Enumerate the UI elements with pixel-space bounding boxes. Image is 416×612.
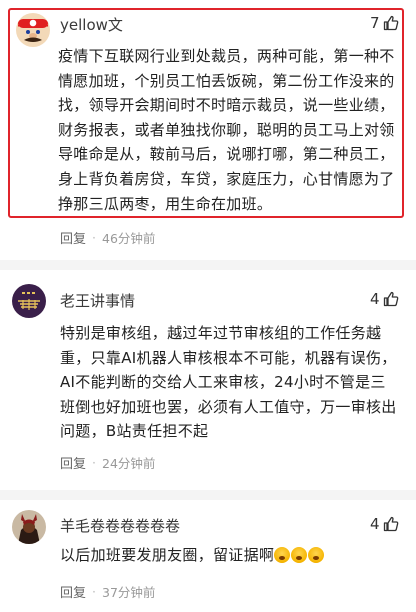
meta-separator-dot: · xyxy=(92,584,96,599)
comment-2: 老王讲事情 4 特别是审核组，越过年过节审核组的工作任务越重，只靠AI机器人审核… xyxy=(0,270,416,488)
comment-time: 24分钟前 xyxy=(102,456,156,471)
like-button[interactable]: 4 xyxy=(370,290,399,308)
comment-text: 疫情下互联网行业到处裁员，两种可能，第一种不情愿加班，个别员工怕丢饭碗，第二份工… xyxy=(58,47,395,213)
username[interactable]: 老王讲事情 xyxy=(60,290,135,311)
comment-1: yellow文 7 疫情下互联网行业到处裁员，两种可能，第一种不情愿加班，个别员… xyxy=(0,0,416,258)
reply-button[interactable]: 回复 xyxy=(60,228,86,247)
like-count: 4 xyxy=(370,515,380,533)
reply-button[interactable]: 回复 xyxy=(60,453,86,472)
embarrassed-face-emoji xyxy=(274,547,291,563)
like-count: 7 xyxy=(370,14,380,32)
comment-text: 以后加班要发朋友圈，留证据啊 xyxy=(60,546,275,564)
embarrassed-face-emoji xyxy=(308,547,325,563)
like-count: 4 xyxy=(370,290,380,308)
comment-meta: 回复 · 37分钟前 xyxy=(60,582,155,601)
like-button[interactable]: 7 xyxy=(370,14,399,32)
mario-avatar-icon[interactable] xyxy=(16,13,50,47)
comment-3: 羊毛卷卷卷卷卷卷 4 以后加班要发朋友圈，留证据啊 回复 · 37分钟前 xyxy=(0,500,416,612)
comment-meta: 回复 · 24分钟前 xyxy=(60,453,155,472)
calligraphy-avatar-icon[interactable] xyxy=(12,284,46,318)
comment-time: 37分钟前 xyxy=(102,585,156,600)
warrior-avatar-icon[interactable] xyxy=(12,510,46,544)
comment-meta: 回复 · 46分钟前 xyxy=(60,228,155,247)
meta-separator-dot: · xyxy=(92,230,96,245)
comment-text-row: 以后加班要发朋友圈，留证据啊 xyxy=(60,543,400,568)
comment-divider xyxy=(0,260,416,270)
embarrassed-face-emoji xyxy=(291,547,308,563)
comment-divider xyxy=(0,490,416,500)
like-button[interactable]: 4 xyxy=(370,515,399,533)
comment-time: 46分钟前 xyxy=(102,231,156,246)
comment-text: 特别是审核组，越过年过节审核组的工作任务越重，只靠AI机器人审核根本不可能，机器… xyxy=(60,324,397,441)
username[interactable]: yellow文 xyxy=(60,14,123,35)
thumbs-up-icon xyxy=(383,516,398,532)
thumbs-up-icon xyxy=(383,15,398,31)
reply-button[interactable]: 回复 xyxy=(60,582,86,601)
thumbs-up-icon xyxy=(383,291,398,307)
meta-separator-dot: · xyxy=(92,455,96,470)
username[interactable]: 羊毛卷卷卷卷卷卷 xyxy=(60,515,180,536)
